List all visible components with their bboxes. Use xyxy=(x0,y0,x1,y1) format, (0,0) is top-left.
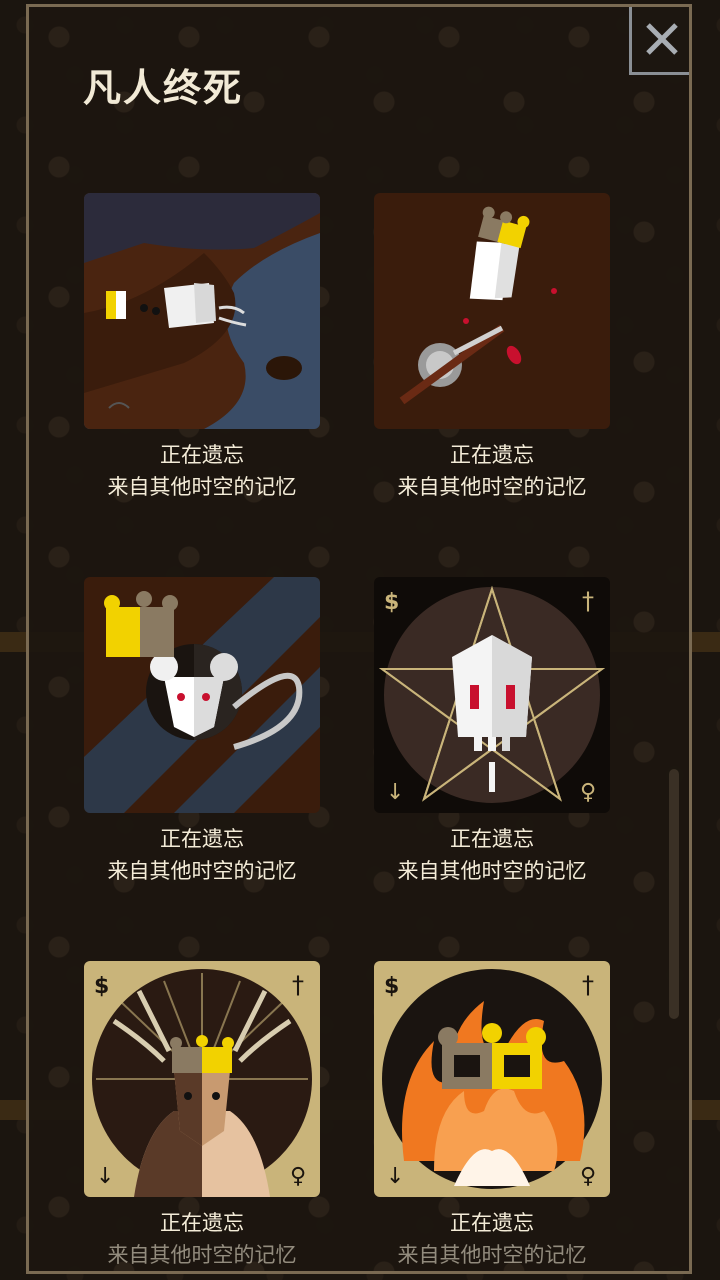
cross-icon: † xyxy=(292,971,304,999)
person-icon: ♀ xyxy=(580,1164,596,1189)
coin-symbol-icon: $ xyxy=(384,974,399,999)
scrollbar[interactable] xyxy=(669,769,679,1019)
achievement-grid: 正在遗忘 来自其他时空的记忆 正在遗忘 来自其他时空的记忆 正在遗忘 来自其他时… xyxy=(29,7,689,1271)
coin-symbol-icon: $ xyxy=(94,974,109,999)
cross-icon: † xyxy=(582,971,594,999)
card-status-text: 正在遗忘 xyxy=(160,827,244,851)
card-status-text: 正在遗忘 xyxy=(450,1211,534,1235)
card-subtitle-text: 来自其他时空的记忆 xyxy=(107,1243,297,1267)
crowned-stag-illustration: $ † ↓ ♀ xyxy=(84,961,320,1197)
person-icon: ♀ xyxy=(580,780,596,805)
sword-icon: ↓ xyxy=(386,780,404,805)
rat-king-illustration xyxy=(84,577,320,813)
sword-icon: ↓ xyxy=(386,1164,404,1189)
cross-icon: † xyxy=(582,587,594,615)
achievement-card[interactable]: $ † ↓ ♀ 正在遗忘 来自其他时空的记忆 xyxy=(374,577,610,887)
achievement-card[interactable]: $ † ↓ ♀ 正在遗忘 来自其他时空的记忆 xyxy=(374,961,610,1271)
card-status-text: 正在遗忘 xyxy=(450,443,534,467)
card-status-text: 正在遗忘 xyxy=(450,827,534,851)
achievement-card[interactable]: 正在遗忘 来自其他时空的记忆 xyxy=(84,193,320,503)
card-status-text: 正在遗忘 xyxy=(160,443,244,467)
card-subtitle-text: 来自其他时空的记忆 xyxy=(107,475,297,499)
skull-pentagram-illustration: $ † ↓ ♀ xyxy=(374,577,610,813)
king-stabbed-sword-illustration xyxy=(374,193,610,429)
card-subtitle-text: 来自其他时空的记忆 xyxy=(397,475,587,499)
card-subtitle-text: 来自其他时空的记忆 xyxy=(397,1243,587,1267)
achievement-card[interactable]: 正在遗忘 来自其他时空的记忆 xyxy=(84,577,320,887)
drowned-king-river-illustration xyxy=(84,193,320,429)
card-subtitle-text: 来自其他时空的记忆 xyxy=(107,859,297,883)
card-subtitle-text: 来自其他时空的记忆 xyxy=(397,859,587,883)
achievement-card[interactable]: 正在遗忘 来自其他时空的记忆 xyxy=(374,193,610,503)
achievements-dialog: 凡人终死 正在遗忘 来自其他时空的记忆 正在遗忘 来自其他时空的记忆 正在遗忘 … xyxy=(26,4,692,1274)
person-icon: ♀ xyxy=(290,1164,306,1189)
card-status-text: 正在遗忘 xyxy=(160,1211,244,1235)
crown-in-fire-illustration: $ † ↓ ♀ xyxy=(374,961,610,1197)
coin-symbol-icon: $ xyxy=(384,590,399,615)
achievement-card[interactable]: $ † ↓ ♀ 正在遗忘 来自其他时空的记忆 xyxy=(84,961,320,1271)
sword-icon: ↓ xyxy=(96,1164,114,1189)
